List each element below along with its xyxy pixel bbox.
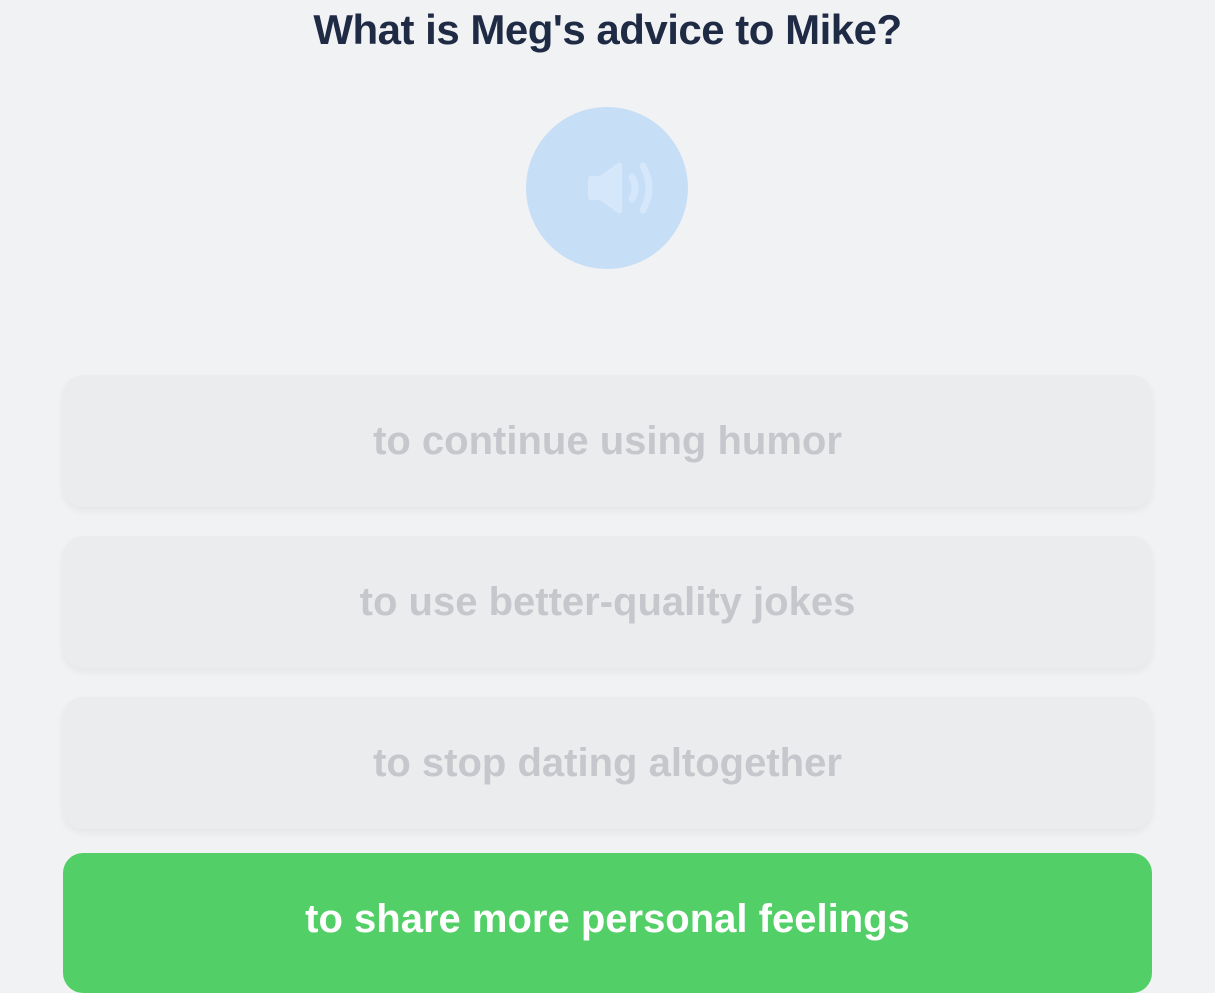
answer-option-label: to share more personal feelings [305, 897, 910, 941]
answer-option-label: to continue using humor [373, 418, 842, 463]
answer-option-label: to use better-quality jokes [359, 579, 856, 624]
question-title: What is Meg's advice to Mike? [313, 6, 902, 53]
answer-option-correct[interactable]: to share more personal feelings [63, 853, 1152, 993]
play-audio-button[interactable] [526, 107, 688, 269]
answer-option-label: to stop dating altogether [373, 740, 842, 785]
answer-option-2[interactable]: to use better-quality jokes [63, 536, 1152, 668]
answer-option-1[interactable]: to continue using humor [63, 375, 1152, 507]
answer-option-3[interactable]: to stop dating altogether [63, 697, 1152, 829]
answer-options: to continue using humor to use better-qu… [63, 375, 1152, 993]
speaker-icon [588, 162, 653, 214]
